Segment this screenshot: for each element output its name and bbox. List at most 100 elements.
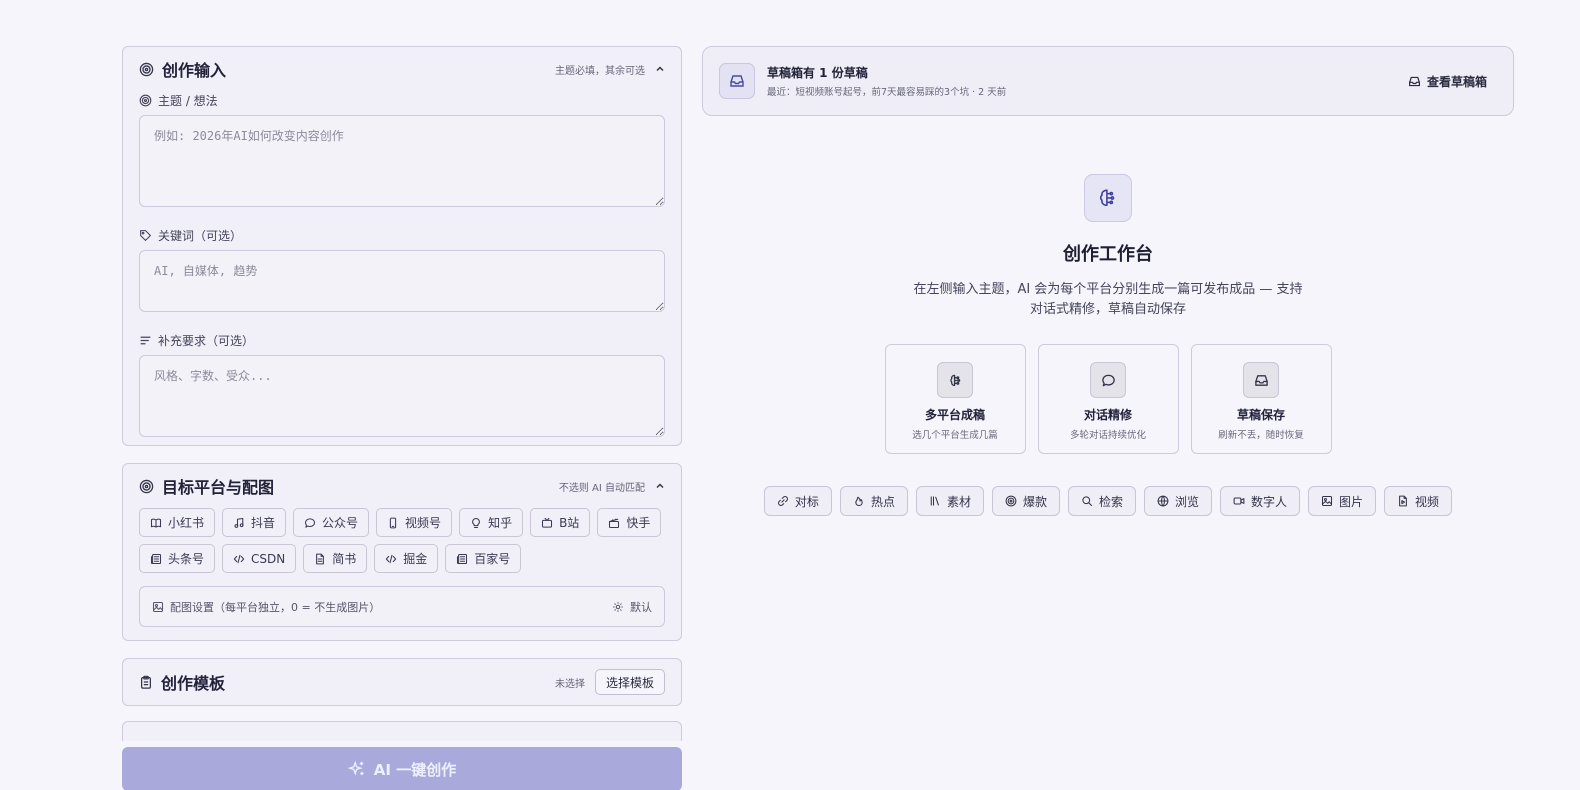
feature-description: 刷新不丢，随时恢复 <box>1218 430 1304 441</box>
keywords-label: 关键词（可选） <box>158 228 243 243</box>
tool-button-label: 浏览 <box>1175 494 1200 509</box>
platform-chip-label: 知乎 <box>488 516 513 530</box>
template-status: 未选择 <box>554 678 585 690</box>
book-icon <box>150 517 162 529</box>
flame-icon <box>853 495 865 507</box>
platform-chip[interactable]: 头条号 <box>139 544 216 573</box>
input-card-hint: 主题必填，其余可选 <box>555 65 645 77</box>
image-icon <box>1321 495 1333 507</box>
platform-chip[interactable]: CSDN <box>222 544 297 573</box>
platform-chip[interactable]: 抖音 <box>222 508 287 537</box>
feature-card: 草稿保存 刷新不丢，随时恢复 <box>1190 344 1332 454</box>
tool-button[interactable]: 素材 <box>915 486 984 516</box>
draft-title: 草稿箱有 1 份草稿 <box>767 66 868 80</box>
feature-icon-box <box>1243 362 1279 398</box>
ai-create-label: AI 一键创作 <box>373 760 457 779</box>
tool-button-label: 爆款 <box>1022 494 1047 509</box>
platform-chip-label: B站 <box>559 516 580 530</box>
template-card-title: 创作模板 <box>161 674 226 693</box>
platform-chip-label: 抖音 <box>251 516 276 530</box>
workspace-hero: 创作工作台 在左侧输入主题，AI 会为每个平台分别生成一篇可发布成品 — 支持对… <box>702 174 1514 516</box>
platform-chip[interactable]: 知乎 <box>459 508 524 537</box>
inbox-icon <box>1408 75 1421 88</box>
image-settings[interactable]: 配图设置（每平台独立，0 = 不生成图片） 默认 <box>139 586 665 627</box>
target-icon <box>139 94 152 107</box>
code-icon <box>385 553 397 565</box>
feature-description: 选几个平台生成几篇 <box>912 430 998 441</box>
text-lines-icon <box>139 334 152 347</box>
platform-chip[interactable]: B站 <box>530 508 591 537</box>
code-icon <box>233 553 245 565</box>
topic-input[interactable] <box>139 115 665 207</box>
gear-icon <box>612 601 624 613</box>
feature-title: 多平台成稿 <box>924 408 985 422</box>
platform-chip[interactable]: 百家号 <box>445 544 522 573</box>
feature-icon-box <box>937 362 973 398</box>
platform-chip[interactable]: 公众号 <box>293 508 370 537</box>
platform-card-header[interactable]: 目标平台与配图 不选则 AI 自动匹配 <box>123 464 681 508</box>
tool-button[interactable]: 视频 <box>1384 486 1453 516</box>
ai-create-button[interactable]: AI 一键创作 <box>122 747 682 790</box>
platform-chip-label: 简书 <box>332 552 357 566</box>
tool-button[interactable]: 对标 <box>763 486 832 516</box>
tool-bar: 对标 热点 素材 爆款 检索 浏览 数字人 图片 视频 <box>702 486 1514 516</box>
globe-icon <box>1157 495 1169 507</box>
tool-button[interactable]: 数字人 <box>1220 486 1301 516</box>
platform-chip-label: CSDN <box>251 551 286 566</box>
keywords-input[interactable] <box>139 250 665 312</box>
target-icon <box>139 479 154 494</box>
select-template-button[interactable]: 选择模板 <box>594 669 665 695</box>
search-icon <box>1081 495 1093 507</box>
platform-chip[interactable]: 视频号 <box>376 508 453 537</box>
inbox-icon <box>719 63 755 99</box>
image-settings-default: 默认 <box>630 600 652 614</box>
inbox-icon <box>1254 373 1269 388</box>
clipboard-icon <box>139 675 153 689</box>
tool-button[interactable]: 浏览 <box>1144 486 1213 516</box>
feature-card: 对话精修多轮对话持续优化 <box>1037 344 1179 454</box>
lightbulb-icon <box>470 517 482 529</box>
brain-icon <box>948 373 963 388</box>
tool-button[interactable]: 热点 <box>839 486 908 516</box>
tool-button[interactable]: 检索 <box>1067 486 1136 516</box>
phone-icon <box>387 517 399 529</box>
template-card: 创作模板 未选择 选择模板 <box>122 658 682 706</box>
platform-chip[interactable]: 掘金 <box>374 544 439 573</box>
extra-field: 补充要求（可选） <box>123 331 681 441</box>
platform-chip-label: 快手 <box>626 516 651 530</box>
video-camera-icon <box>1233 495 1245 507</box>
tag-icon <box>139 229 152 242</box>
music-note-icon <box>233 517 245 529</box>
extra-input[interactable] <box>139 355 665 437</box>
feature-description: 多轮对话持续优化 <box>1069 430 1146 441</box>
image-icon <box>152 601 164 613</box>
draft-subtitle: 最近：短视频账号起号，前7天最容易踩的3个坑 · 2 天前 <box>767 87 1007 98</box>
view-drafts-button[interactable]: 查看草稿箱 <box>1408 73 1497 90</box>
clapperboard-icon <box>608 517 620 529</box>
tool-button-label: 数字人 <box>1251 494 1288 509</box>
brain-icon <box>1084 174 1132 222</box>
platform-chip[interactable]: 快手 <box>597 508 662 537</box>
input-card-header[interactable]: 创作输入 主题必填，其余可选 <box>123 47 681 91</box>
tool-button-label: 素材 <box>946 494 971 509</box>
tool-button[interactable]: 爆款 <box>991 486 1060 516</box>
workspace-title: 创作工作台 <box>1063 244 1153 265</box>
platform-chip[interactable]: 小红书 <box>139 508 216 537</box>
target-icon <box>139 62 154 77</box>
platform-chip[interactable]: 简书 <box>303 544 368 573</box>
tv-icon <box>541 517 553 529</box>
platform-chip-label: 公众号 <box>322 516 359 530</box>
tool-button-label: 对标 <box>794 494 819 509</box>
chat-bubble-icon <box>1101 373 1116 388</box>
tool-button[interactable]: 图片 <box>1308 486 1377 516</box>
tool-button-label: 视频 <box>1415 494 1440 509</box>
tool-button-label: 检索 <box>1098 494 1123 509</box>
input-card: 创作输入 主题必填，其余可选 主题 / 想法 例如: 2026年AI如何改变内容… <box>122 46 682 446</box>
feature-title: 对话精修 <box>1083 408 1132 422</box>
chevron-up-icon[interactable] <box>655 481 665 491</box>
platform-card: 目标平台与配图 不选则 AI 自动匹配 小红书 抖音 公众号 视频号 知乎 B站 快手头条号… <box>122 463 682 641</box>
chevron-up-icon[interactable] <box>655 64 665 74</box>
chat-bubble-icon <box>304 517 316 529</box>
platform-card-title: 目标平台与配图 <box>162 478 275 497</box>
platform-chip-label: 百家号 <box>474 552 511 566</box>
